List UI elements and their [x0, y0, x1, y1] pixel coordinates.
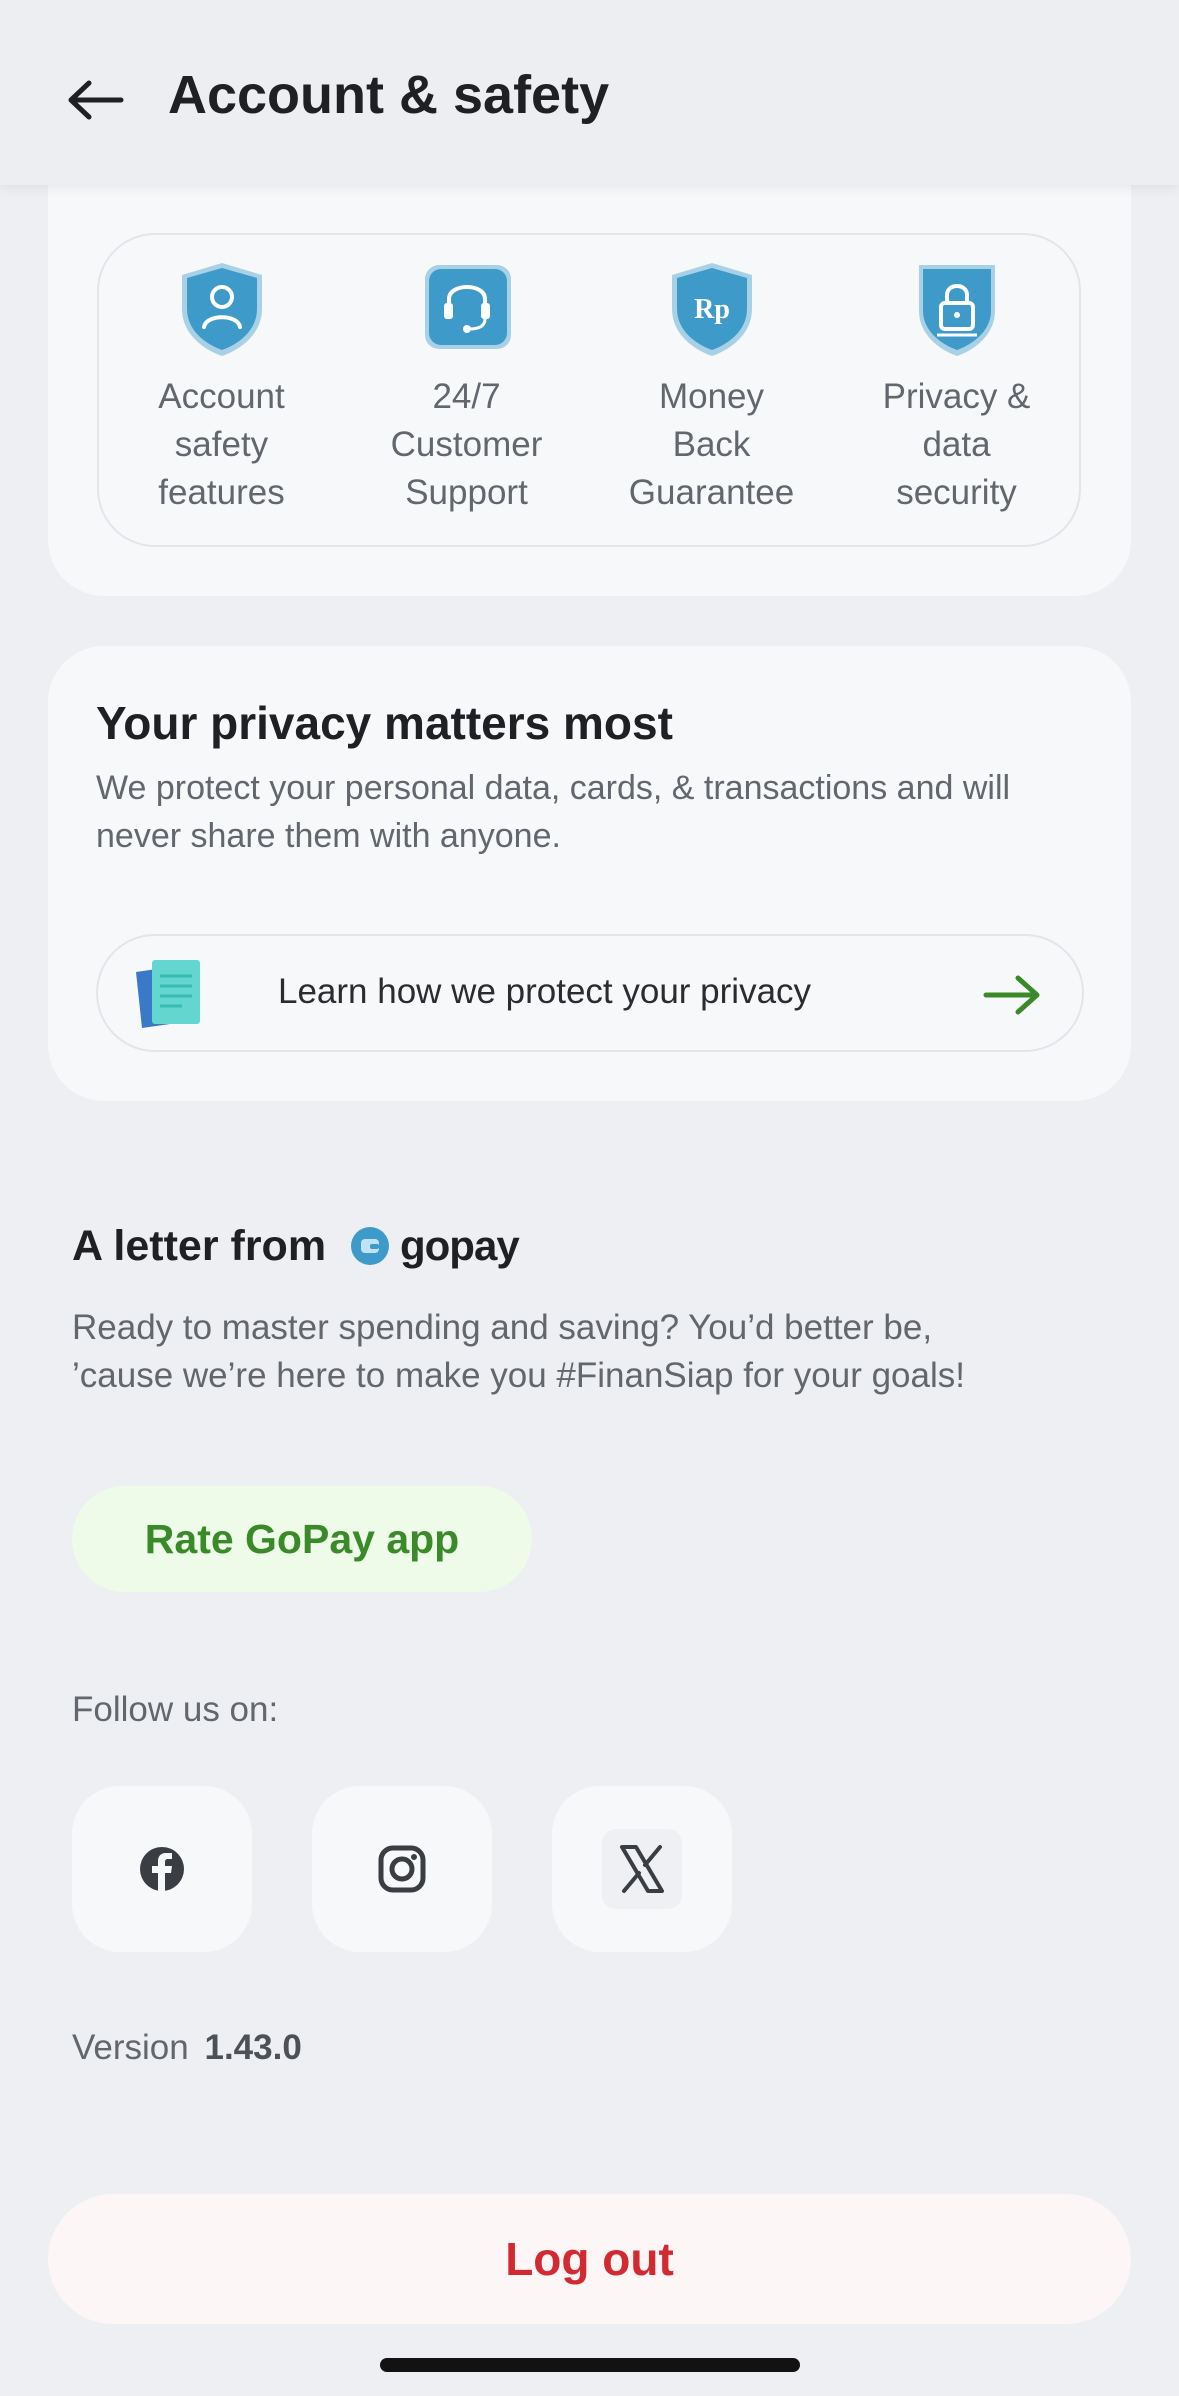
privacy-card: Your privacy matters most We protect you… — [48, 646, 1131, 1101]
document-icon — [136, 960, 200, 1028]
feature-customer-support[interactable]: 24/7 Customer Support — [344, 235, 589, 545]
feature-label: 24/7 Customer Support — [390, 377, 543, 512]
feature-privacy-security[interactable]: Privacy & data security — [834, 235, 1079, 545]
back-button[interactable] — [60, 70, 130, 130]
lock-shield-icon — [918, 265, 995, 356]
version-info: Version 1.43.0 — [72, 2028, 302, 2068]
svg-text:Rp: Rp — [694, 294, 730, 325]
gopay-wallet-icon — [351, 1227, 389, 1265]
top-app-bar: Account & safety — [0, 0, 1179, 185]
logout-button[interactable]: Log out — [48, 2194, 1131, 2324]
facebook-icon — [140, 1847, 184, 1891]
instagram-button[interactable] — [312, 1786, 492, 1952]
headset-chat-icon — [424, 265, 511, 349]
feature-money-back[interactable]: Rp Money Back Guarantee — [589, 235, 834, 545]
facebook-button[interactable] — [72, 1786, 252, 1952]
user-shield-icon — [181, 263, 262, 356]
follow-label: Follow us on: — [72, 1690, 279, 1729]
privacy-description: We protect your personal data, cards, & … — [96, 769, 1011, 855]
arrow-right-icon — [983, 975, 1040, 1015]
page-title: Account & safety — [168, 65, 610, 125]
feature-account-safety[interactable]: Account safety features — [99, 235, 344, 545]
letter-body: Ready to master spending and saving? You… — [72, 1308, 965, 1395]
rate-app-button[interactable]: Rate GoPay app — [72, 1486, 532, 1592]
safety-features-row: Account safety features 24/7 Customer Su… — [97, 233, 1081, 547]
privacy-title: Your privacy matters most — [96, 697, 673, 749]
arrow-left-icon — [68, 80, 124, 120]
feature-label: Money Back Guarantee — [628, 377, 795, 512]
rp-shield-icon: Rp — [671, 263, 752, 356]
letter-title: A letter from — [72, 1222, 327, 1270]
learn-privacy-label: Learn how we protect your privacy — [278, 972, 812, 1011]
feature-label: Privacy & data security — [882, 377, 1031, 512]
x-icon — [602, 1829, 682, 1909]
feature-label: Account safety features — [158, 377, 285, 512]
gopay-logo: gopay — [350, 1222, 520, 1270]
learn-privacy-link[interactable]: Learn how we protect your privacy — [96, 934, 1084, 1052]
version-number: 1.43.0 — [204, 2028, 302, 2067]
version-label: Version — [72, 2028, 189, 2067]
home-indicator — [380, 2358, 800, 2372]
gopay-wordmark: gopay — [400, 1222, 520, 1269]
instagram-icon — [378, 1845, 426, 1893]
x-button[interactable] — [552, 1786, 732, 1952]
